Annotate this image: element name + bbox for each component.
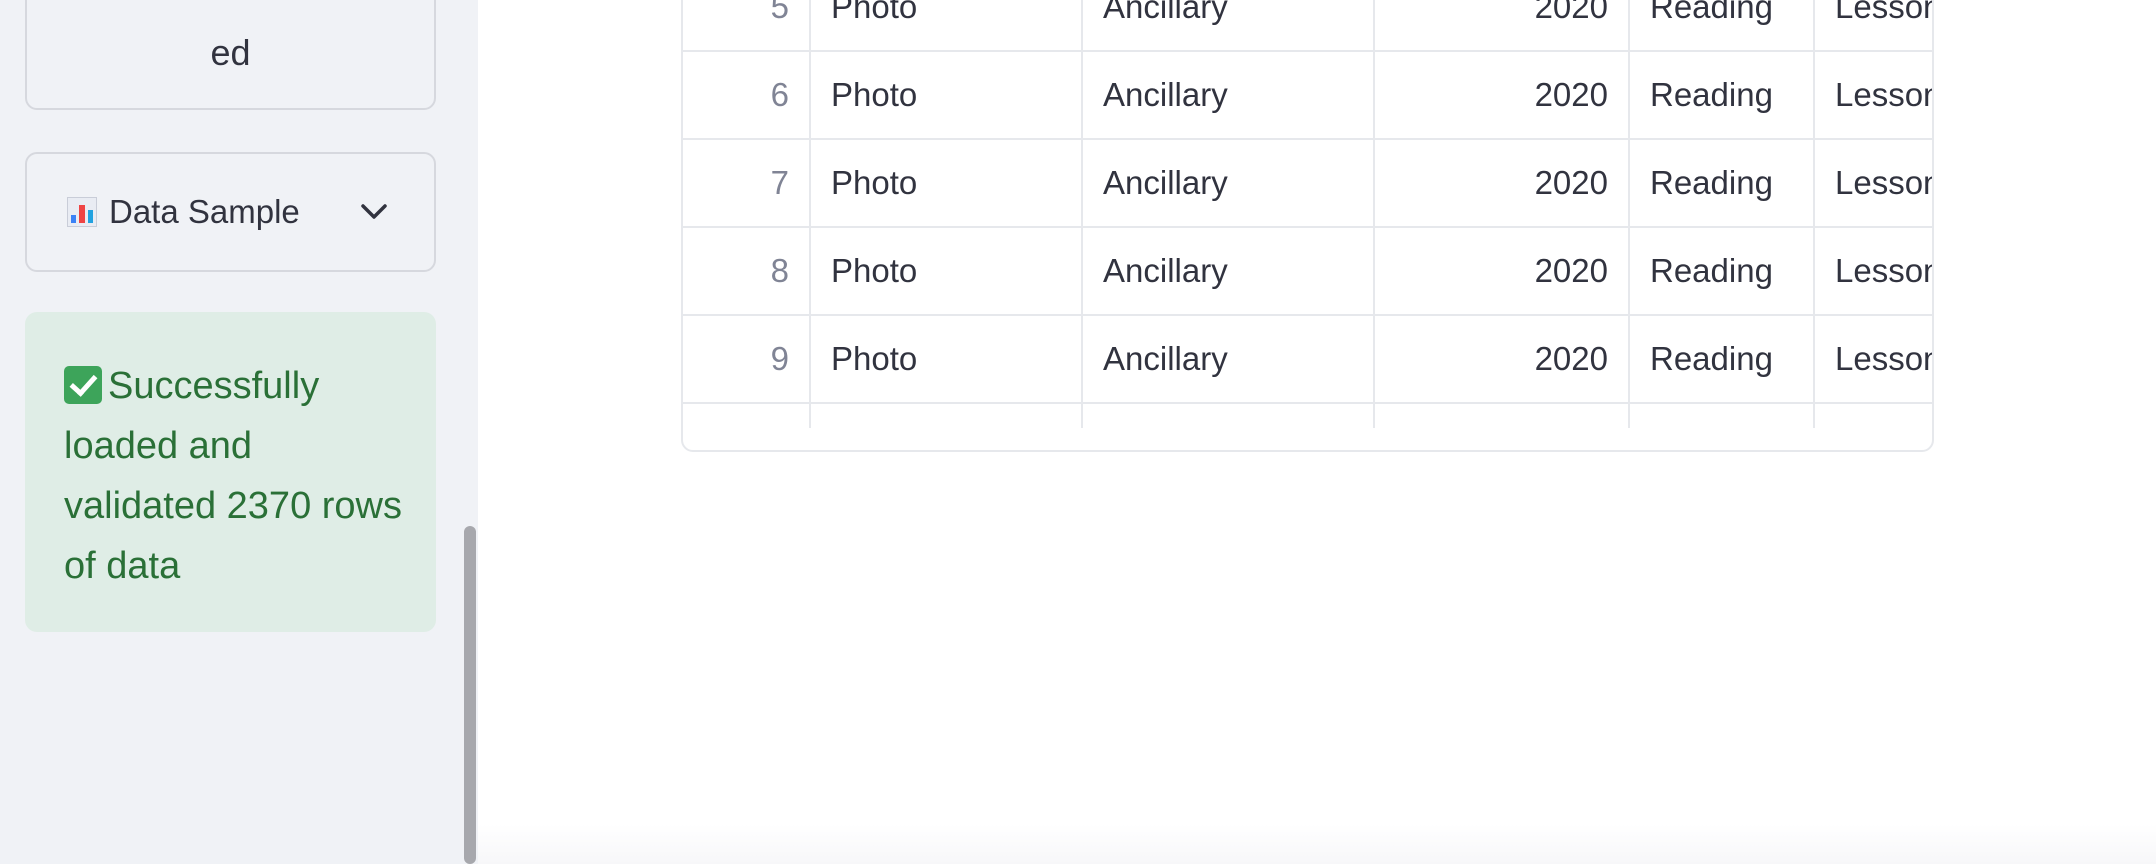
material-cell[interactable]: Lesson (1815, 140, 1932, 226)
year-cell[interactable] (1375, 404, 1630, 428)
category-cell[interactable]: Ancillary (1083, 140, 1375, 226)
subject-cell[interactable] (1630, 404, 1815, 428)
row-index[interactable]: 6 (683, 52, 811, 138)
row-index[interactable] (683, 404, 811, 428)
subject-cell[interactable]: Reading (1630, 140, 1815, 226)
table-row[interactable] (683, 404, 1932, 450)
material-cell[interactable]: Lesson (1815, 316, 1932, 402)
data-sample-expander[interactable]: Data Sample (25, 152, 436, 272)
type-cell[interactable]: Photo (811, 140, 1083, 226)
main-content: 5 Photo Ancillary 2020 Reading Lesson 6 Photo An… (478, 0, 2156, 864)
sidebar-scrollbar[interactable] (464, 526, 476, 864)
category-cell[interactable]: Ancillary (1083, 0, 1375, 50)
previous-card-text: ed (210, 32, 251, 73)
chevron-down-icon[interactable] (354, 192, 394, 232)
bottom-fade (478, 824, 2156, 864)
type-cell[interactable]: Photo (811, 316, 1083, 402)
table-row[interactable]: 6 Photo Ancillary 2020 Reading Lesson (683, 52, 1932, 140)
year-cell[interactable]: 2020 (1375, 228, 1630, 314)
row-index[interactable]: 7 (683, 140, 811, 226)
sidebar: ed Data Sample Successfully loaded and v… (0, 0, 478, 864)
material-cell[interactable]: Lesson (1815, 0, 1932, 50)
category-cell[interactable] (1083, 404, 1375, 428)
type-cell[interactable]: Photo (811, 228, 1083, 314)
previous-card: ed (25, 0, 436, 110)
category-cell[interactable]: Ancillary (1083, 52, 1375, 138)
data-table: 5 Photo Ancillary 2020 Reading Lesson 6 Photo An… (681, 0, 1934, 452)
year-cell[interactable]: 2020 (1375, 0, 1630, 50)
success-alert: Successfully loaded and validated 2370 r… (25, 312, 436, 632)
year-cell[interactable]: 2020 (1375, 140, 1630, 226)
subject-cell[interactable]: Reading (1630, 316, 1815, 402)
check-mark-icon (64, 366, 102, 404)
row-index[interactable]: 8 (683, 228, 811, 314)
type-cell[interactable]: Photo (811, 52, 1083, 138)
subject-cell[interactable]: Reading (1630, 228, 1815, 314)
row-index[interactable]: 9 (683, 316, 811, 402)
material-cell[interactable]: Lesson (1815, 228, 1932, 314)
category-cell[interactable]: Ancillary (1083, 316, 1375, 402)
year-cell[interactable]: 2020 (1375, 52, 1630, 138)
material-cell[interactable]: Lesson (1815, 52, 1932, 138)
year-cell[interactable]: 2020 (1375, 316, 1630, 402)
table-row[interactable]: 9 Photo Ancillary 2020 Reading Lesson (683, 316, 1932, 404)
category-cell[interactable]: Ancillary (1083, 228, 1375, 314)
table-row[interactable]: 5 Photo Ancillary 2020 Reading Lesson (683, 0, 1932, 52)
table-row[interactable]: 7 Photo Ancillary 2020 Reading Lesson (683, 140, 1932, 228)
bar-chart-icon (67, 197, 97, 227)
table-row[interactable]: 8 Photo Ancillary 2020 Reading Lesson (683, 228, 1932, 316)
subject-cell[interactable]: Reading (1630, 0, 1815, 50)
row-index[interactable]: 5 (683, 0, 811, 50)
type-cell[interactable]: Photo (811, 0, 1083, 50)
subject-cell[interactable]: Reading (1630, 52, 1815, 138)
success-message: Successfully loaded and validated 2370 r… (64, 365, 402, 587)
data-sample-label: Data Sample (109, 193, 300, 230)
material-cell[interactable] (1815, 404, 1932, 428)
type-cell[interactable] (811, 404, 1083, 428)
